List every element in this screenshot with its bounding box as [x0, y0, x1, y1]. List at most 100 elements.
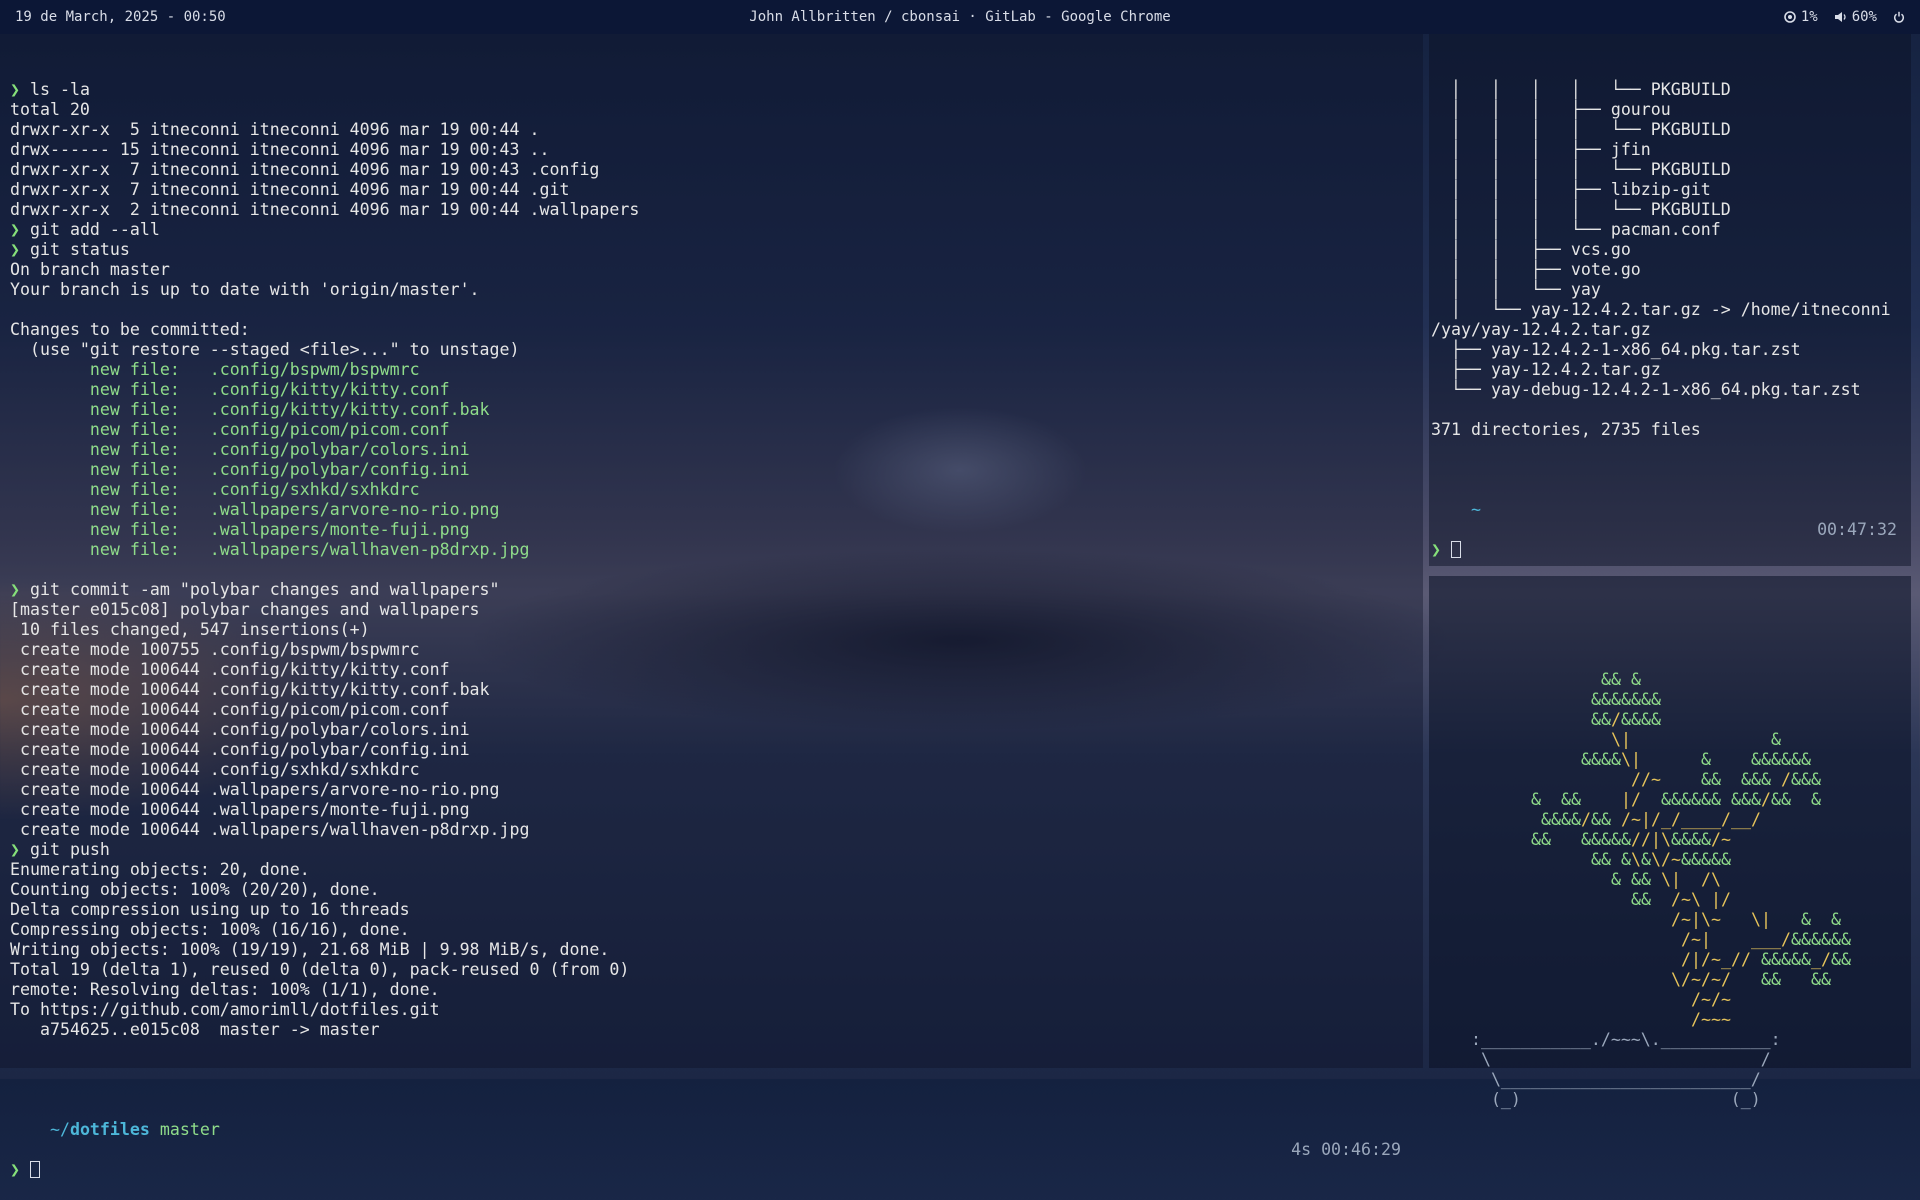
terminal-output: ❯ ls -la total 20 drwxr-xr-x 5 itneconni i… [10, 80, 1413, 1060]
tree-line: └── yay-debug-12.4.2-1-x86_64.pkg.tar.zs… [1431, 380, 1861, 399]
bonsai-tree-line: && &\&\/~&&&&& [1591, 850, 1731, 869]
terminal-line: drwxr-xr-x 7 itneconni itneconni 4096 ma… [10, 160, 600, 179]
bonsai-tree-line: && & [1601, 670, 1641, 689]
terminal-line: (use "git restore --staged <file>..." to… [10, 340, 520, 359]
bonsai-pot-line: \_________________________/ [1431, 1070, 1761, 1089]
terminal-line: a754625..e015c08 master -> master [10, 1020, 380, 1039]
window-title: John Allbritten / cbonsai · GitLab - Goo… [749, 9, 1171, 25]
bonsai-tree-line: && /~\ |/ [1631, 890, 1731, 909]
terminal-bonsai[interactable]: && & &&&&&&& &&/&&&& \| & &&&&\| & &&&&&… [1429, 576, 1911, 1109]
prompt-time: 00:47:32 [1817, 520, 1897, 539]
terminal-line: drwxr-xr-x 7 itneconni itneconni 4096 ma… [10, 180, 570, 199]
terminal-line: On branch master [10, 260, 170, 279]
tree-line: │ │ ├── vcs.go [1431, 240, 1631, 259]
terminal-line: drwxr-xr-x 5 itneconni itneconni 4096 ma… [10, 120, 540, 139]
tree-output: │ │ │ │ └── PKGBUILD │ │ │ ├── gourou │ … [1431, 80, 1909, 440]
terminal-line: new file: .config/bspwm/bspwmrc [10, 360, 420, 379]
prompt-path: dotfiles [69, 1120, 150, 1139]
terminal-line: [master e015c08] polybar changes and wal… [10, 600, 480, 619]
terminal-line: create mode 100644 .config/picom/picom.c… [10, 700, 450, 719]
terminal-line: create mode 100755 .config/bspwm/bspwmrc [10, 640, 420, 659]
speaker-icon [1834, 12, 1846, 22]
terminal-line: Enumerating objects: 20, done. [10, 860, 310, 879]
terminal-line: Total 19 (delta 1), reused 0 (delta 0), … [10, 960, 630, 979]
terminal-line: new file: .config/sxhkd/sxhkdrc [10, 480, 420, 499]
terminal-line: Changes to be committed: [10, 320, 250, 339]
terminal-line: remote: Resolving deltas: 100% (1/1), do… [10, 980, 440, 999]
tree-line: ├── yay-12.4.2-1-x86_64.pkg.tar.zst [1431, 340, 1801, 359]
input-line[interactable]: ❯ [1431, 540, 1909, 560]
terminal-line: create mode 100644 .config/polybar/confi… [10, 740, 470, 759]
terminal-line: new file: .config/picom/picom.conf [10, 420, 450, 439]
bonsai-tree-line: /~| ___/&&&&&& [1681, 930, 1851, 949]
terminal-line: new file: .config/polybar/colors.ini [10, 440, 470, 459]
bonsai-tree-line: \/~/~/ && && [1671, 970, 1831, 989]
bonsai-tree-line: && &&&&&//|\&&&&/~ [1531, 830, 1731, 849]
bonsai-art: && & &&&&&&& &&/&&&& \| & &&&&\| & &&&&&… [1431, 622, 1909, 1110]
volume-indicator[interactable]: 60% [1834, 9, 1877, 25]
terminal-line: new file: .config/kitty/kitty.conf [10, 380, 450, 399]
bonsai-tree-line: & && |/ &&&&&& &&&/&& & [1531, 790, 1821, 809]
prompt-duration-time: 4s 00:46:29 [1291, 1140, 1401, 1160]
tree-line: │ │ ├── vote.go [1431, 260, 1641, 279]
input-line[interactable]: ❯ [10, 1160, 1413, 1180]
terminal-main[interactable]: ❯ ls -la total 20 drwxr-xr-x 5 itneconni i… [0, 34, 1423, 1179]
tree-line: │ └── yay-12.4.2.tar.gz -> /home/itnecon… [1431, 300, 1891, 319]
terminal-line: create mode 100644 .wallpapers/arvore-no… [10, 780, 500, 799]
terminal-line: 10 files changed, 547 insertions(+) [10, 620, 370, 639]
tree-line: │ │ │ ├── gourou [1431, 100, 1671, 119]
terminal-line: create mode 100644 .config/polybar/color… [10, 720, 470, 739]
power-icon [1894, 11, 1904, 23]
bonsai-tree-line: & && \| /\ [1611, 870, 1721, 889]
terminal-line: create mode 100644 .config/kitty/kitty.c… [10, 660, 450, 679]
terminal-line: Delta compression using up to 16 threads [10, 900, 410, 919]
status-area: 1% 60% [1784, 9, 1905, 25]
cpu-indicator[interactable]: 1% [1784, 9, 1818, 25]
terminal-tree[interactable]: │ │ │ │ └── PKGBUILD │ │ │ ├── gourou │ … [1429, 34, 1911, 566]
bonsai-tree-line: /|/~_// &&&&&_/&& [1681, 950, 1851, 969]
terminal-line: ❯ git status [10, 240, 130, 259]
tree-line: │ │ │ │ └── PKGBUILD [1431, 120, 1731, 139]
terminal-line: new file: .config/polybar/config.ini [10, 460, 470, 479]
tree-line: │ │ │ │ └── PKGBUILD [1431, 80, 1731, 99]
tree-line: /yay/yay-12.4.2.tar.gz [1431, 320, 1651, 339]
tree-line: │ │ │ ├── jfin [1431, 140, 1651, 159]
bonsai-tree-line: &&&&\| & &&&&&& [1581, 750, 1811, 769]
terminal-line: create mode 100644 .config/sxhkd/sxhkdrc [10, 760, 420, 779]
prompt-path-prefix: ~/ [49, 1120, 70, 1139]
text-cursor [1451, 541, 1461, 558]
terminal-line: Counting objects: 100% (20/20), done. [10, 880, 380, 899]
prompt-path: ~ [1470, 500, 1481, 519]
tree-line: │ │ └── yay [1431, 280, 1601, 299]
terminal-line: ❯ git push [10, 840, 110, 859]
power-button[interactable] [1893, 11, 1905, 23]
terminal-line: new file: .wallpapers/monte-fuji.png [10, 520, 470, 539]
prompt-time: 00:46:29 [1321, 1140, 1401, 1159]
terminal-line: create mode 100644 .wallpapers/monte-fuj… [10, 800, 470, 819]
bonsai-tree-line: /~/~ [1691, 990, 1731, 1009]
terminal-line: Your branch is up to date with 'origin/m… [10, 280, 480, 299]
terminal-line: To https://github.com/amorimll/dotfiles.… [10, 1000, 440, 1019]
datetime: 19 de March, 2025 - 00:50 [15, 9, 226, 25]
prompt-line: ~ 00:47:32 [1431, 480, 1909, 539]
tree-line: │ │ │ │ └── PKGBUILD [1431, 200, 1731, 219]
terminal-line: create mode 100644 .config/kitty/kitty.c… [10, 680, 490, 699]
bonsai-pot-line: \ / [1431, 1050, 1771, 1069]
terminal-line: new file: .wallpapers/wallhaven-p8drxp.j… [10, 540, 530, 559]
command-duration: 4s [1291, 1140, 1312, 1159]
top-bar: John Allbritten / cbonsai · GitLab - Goo… [0, 0, 1920, 34]
terminal-line: ❯ git add --all [10, 220, 160, 239]
terminal-line: Compressing objects: 100% (16/16), done. [10, 920, 410, 939]
bonsai-tree-line: //~ && &&& /&&& [1631, 770, 1821, 789]
terminal-line: drwx------ 15 itneconni itneconni 4096 m… [10, 140, 550, 159]
prompt-line: ~/dotfiles master 4s 00:46:29 [10, 1100, 1413, 1159]
bonsai-tree-line: /~|\~ \| & & [1671, 910, 1841, 929]
cpu-icon [1784, 11, 1796, 23]
tree-line: │ │ │ └── pacman.conf [1431, 220, 1721, 239]
terminal-line: ❯ ls -la [10, 80, 90, 99]
text-cursor [30, 1161, 40, 1178]
bonsai-tree-line: /~~~ [1691, 1010, 1731, 1029]
bonsai-tree-line: \| & [1611, 730, 1781, 749]
